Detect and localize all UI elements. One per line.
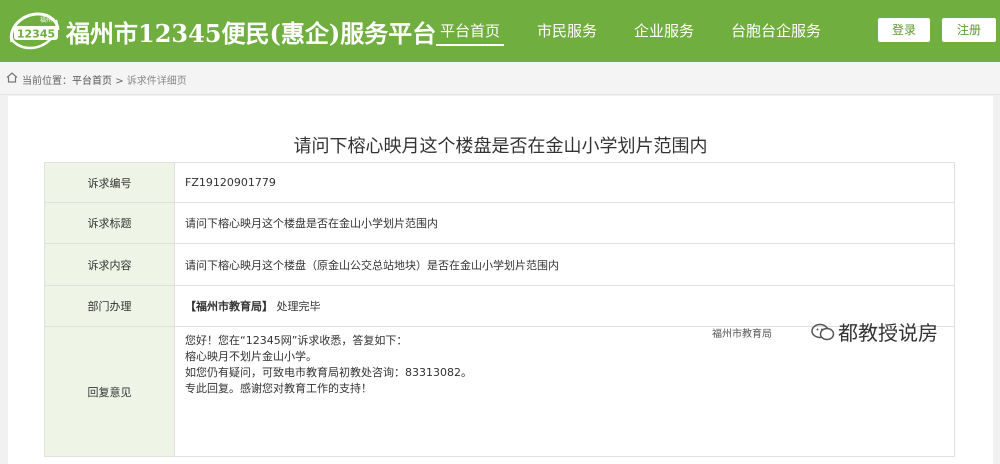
- reply-signature: 福州市教育局: [712, 329, 772, 340]
- home-icon: [6, 72, 18, 83]
- reply-line: 如您仍有疑问，可致电市教育局初教处咨询：83313082。: [185, 366, 472, 379]
- reply-line: 榕心映月不划片金山小学。: [185, 350, 317, 363]
- logo-icon[interactable]: 12345 福州: [6, 8, 62, 54]
- breadcrumb: 当前位置：平台首页 > 诉求件详细页: [22, 72, 187, 87]
- breadcrumb-bar: 当前位置：平台首页 > 诉求件详细页: [0, 62, 1000, 95]
- nav-taiwan-services[interactable]: 台胞台企服务: [727, 20, 825, 44]
- row-label: 诉求标题: [44, 202, 175, 244]
- breadcrumb-home-link[interactable]: 平台首页: [72, 76, 112, 87]
- site-title[interactable]: 福州市12345便民(惠企)服务平台: [66, 14, 436, 49]
- nav-citizen-services[interactable]: 市民服务: [533, 20, 601, 44]
- handling-status: 处理完毕: [276, 300, 321, 313]
- site-header: 12345 福州 福州市12345便民(惠企)服务平台 平台首页 市民服务 企业…: [0, 0, 1000, 62]
- reply-line: 专此回复。感谢您对教育工作的支持！: [185, 382, 372, 395]
- nav-enterprise-services[interactable]: 企业服务: [630, 20, 698, 44]
- table-row: 诉求编号 FZ19120901779: [44, 162, 955, 203]
- row-label: 回复意见: [44, 326, 175, 457]
- request-content: 请问下榕心映月这个楼盘（原金山公交总站地块）是否在金山小学划片范围内: [174, 243, 955, 286]
- nav-home[interactable]: 平台首页: [436, 20, 505, 46]
- request-title: 请问下榕心映月这个楼盘是否在金山小学划片范围内: [174, 202, 955, 244]
- breadcrumb-separator: >: [115, 76, 124, 87]
- table-row: 诉求内容 请问下榕心映月这个楼盘（原金山公交总站地块）是否在金山小学划片范围内: [44, 243, 955, 286]
- login-button[interactable]: 登录: [878, 18, 930, 42]
- row-label: 诉求内容: [44, 243, 175, 286]
- wechat-icon: [811, 323, 835, 341]
- main-nav: 平台首页 市民服务 企业服务 台胞台企服务: [436, 20, 854, 46]
- watermark: 福州市教育局 都教授说房: [712, 317, 982, 347]
- row-label: 部门办理: [44, 285, 175, 327]
- breadcrumb-prefix: 当前位置：: [22, 76, 72, 87]
- breadcrumb-current: 诉求件详细页: [126, 76, 187, 87]
- page-title: 请问下榕心映月这个楼盘是否在金山小学划片范围内: [293, 136, 708, 157]
- detail-panel: 请问下榕心映月这个楼盘是否在金山小学划片范围内 诉求编号 FZ191209017…: [8, 96, 993, 464]
- row-label: 诉求编号: [44, 162, 175, 203]
- watermark-brand: 都教授说房: [838, 321, 938, 345]
- logo-text: 12345: [17, 28, 55, 41]
- department-name: 【福州市教育局】: [185, 300, 273, 313]
- logo-subtext: 福州: [40, 16, 52, 24]
- request-detail-table: 诉求编号 FZ19120901779 诉求标题 请问下榕心映月这个楼盘是否在金山…: [44, 162, 955, 457]
- request-number: FZ19120901779: [174, 162, 955, 203]
- register-button[interactable]: 注册: [942, 18, 996, 42]
- table-row: 诉求标题 请问下榕心映月这个楼盘是否在金山小学划片范围内: [44, 202, 955, 244]
